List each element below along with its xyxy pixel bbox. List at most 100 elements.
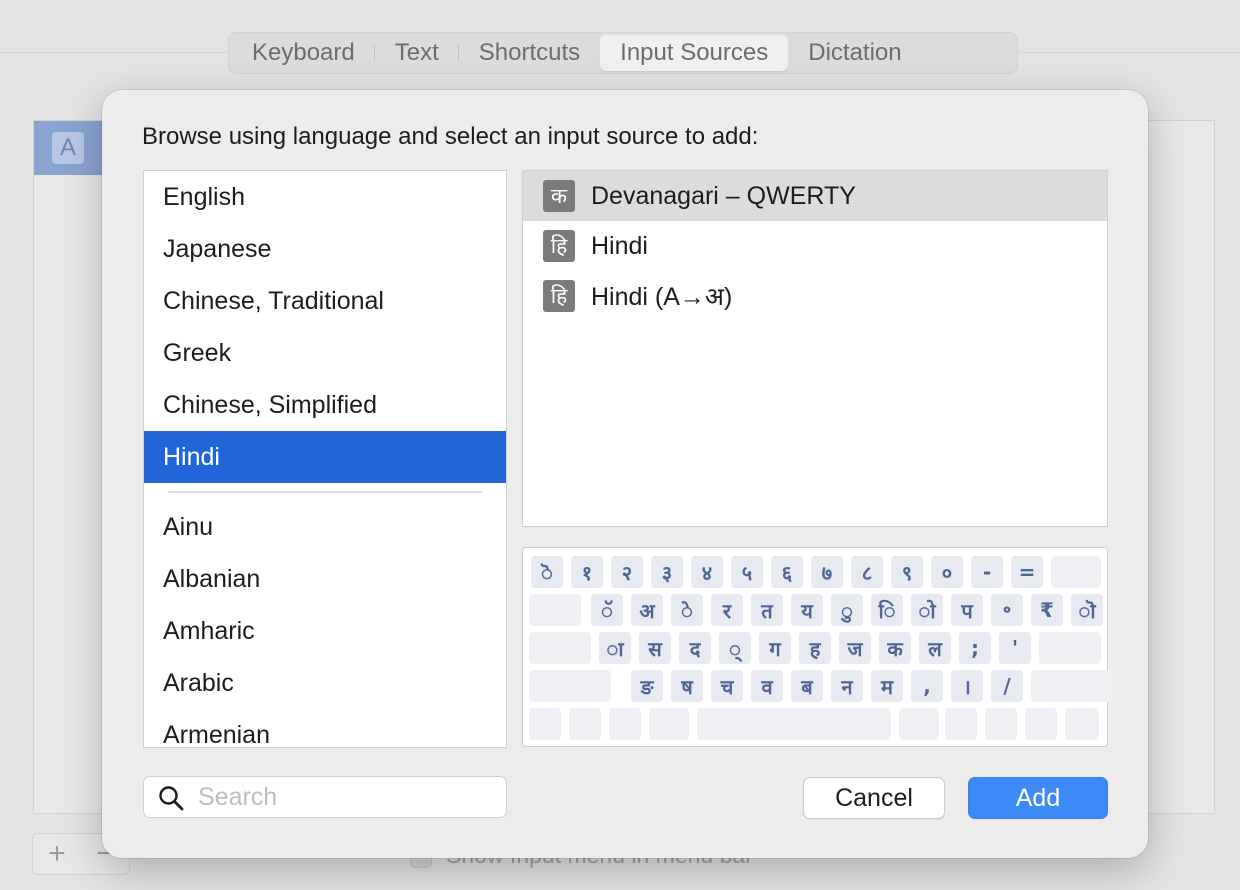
keyboard-key: १	[571, 556, 603, 588]
keyboard-key: ;	[959, 632, 991, 664]
search-field[interactable]	[143, 776, 507, 818]
keyboard-key: ०	[931, 556, 963, 588]
keyboard-key: स	[639, 632, 671, 664]
keyboard-key: ४	[691, 556, 723, 588]
keyboard-key: ष	[671, 670, 703, 702]
search-input[interactable]	[198, 781, 488, 813]
keyboard-key: म	[871, 670, 903, 702]
keyboard-key: ७	[811, 556, 843, 588]
keyboard-layout-preview: ॆ १ २ ३ ४ ५ ६ ७ ८ ९ ०- =ॅ अे र त युिो प ॰ ₹ॊा स द् ग ह ज क ल; ' ङ ष च…	[522, 547, 1113, 747]
keyboard-blank-key	[529, 708, 561, 740]
keyboard-blank-key	[1065, 708, 1099, 740]
keyboard-key: ङ	[631, 670, 663, 702]
tab-shortcuts[interactable]: Shortcuts	[459, 35, 600, 71]
keyboard-key: '	[999, 632, 1031, 664]
keyboard-key: ा	[599, 632, 631, 664]
keyboard-key: य	[791, 594, 823, 626]
keyboard-key: क	[879, 632, 911, 664]
language-item-ainu[interactable]: Ainu	[144, 501, 506, 553]
keyboard-key: ५	[731, 556, 763, 588]
devanagari-hi-icon: हि	[543, 280, 575, 312]
language-item-japanese[interactable]: Japanese	[144, 223, 506, 275]
input-source-devanagari-qwerty[interactable]: क Devanagari – QWERTY	[523, 171, 1107, 221]
language-item-hindi[interactable]: Hindi	[144, 431, 506, 483]
keyboard-blank-key	[1025, 708, 1057, 740]
keyboard-blank-key	[1031, 670, 1113, 702]
tab-input-sources[interactable]: Input Sources	[600, 35, 789, 71]
keyboard-key: ,	[911, 670, 943, 702]
keyboard-key: न	[831, 670, 863, 702]
keyboard-blank-key	[1051, 556, 1101, 588]
input-source-hindi[interactable]: हि Hindi	[523, 221, 1107, 271]
language-item-greek[interactable]: Greek	[144, 327, 506, 379]
language-item-english[interactable]: English	[144, 171, 506, 223]
tab-keyboard[interactable]: Keyboard	[232, 35, 375, 71]
keyboard-blank-key	[1039, 632, 1101, 664]
keyboard-key: ६	[771, 556, 803, 588]
keyboard-key: /	[991, 670, 1023, 702]
keyboard-blank-key	[609, 708, 641, 740]
keyboard-key: र	[711, 594, 743, 626]
keyboard-key: े	[671, 594, 703, 626]
keyboard-key: च	[711, 670, 743, 702]
add-source-button[interactable]: +	[33, 834, 81, 874]
keyboard-key: ्	[719, 632, 751, 664]
keyboard-key: द	[679, 632, 711, 664]
cancel-button[interactable]: Cancel	[803, 777, 945, 819]
keyboard-key: ३	[651, 556, 683, 588]
keyboard-key: ॅ	[591, 594, 623, 626]
keyboard-blank-key	[649, 708, 689, 740]
keyboard-blank-key	[985, 708, 1017, 740]
keyboard-key: २	[611, 556, 643, 588]
keyboard-blank-key	[945, 708, 977, 740]
language-item-amharic[interactable]: Amharic	[144, 605, 506, 657]
input-source-label: Hindi	[591, 231, 648, 260]
language-list[interactable]: English Japanese Chinese, Traditional Gr…	[143, 170, 507, 748]
language-item-chinese-traditional[interactable]: Chinese, Traditional	[144, 275, 506, 327]
devanagari-ka-icon: क	[543, 180, 575, 212]
keyboard-key: ब	[791, 670, 823, 702]
input-source-list[interactable]: क Devanagari – QWERTY हि Hindi हि Hindi …	[522, 170, 1108, 527]
keyboard-key: ो	[911, 594, 943, 626]
abc-source-icon: A	[52, 132, 84, 164]
sheet-prompt: Browse using language and select an inpu…	[142, 123, 759, 150]
keyboard-key: ि	[871, 594, 903, 626]
keyboard-key: ॰	[991, 594, 1023, 626]
input-source-label: Hindi (A→अ)	[591, 283, 733, 311]
keyboard-key: ₹	[1031, 594, 1063, 626]
keyboard-key: ९	[891, 556, 923, 588]
keyboard-blank-key	[569, 708, 601, 740]
keyboard-key: ।	[951, 670, 983, 702]
language-item-armenian[interactable]: Armenian	[144, 709, 506, 747]
keyboard-key: ह	[799, 632, 831, 664]
devanagari-hi-icon: हि	[543, 230, 575, 262]
input-source-label: Devanagari – QWERTY	[591, 181, 856, 210]
keyboard-key: व	[751, 670, 783, 702]
add-button[interactable]: Add	[968, 777, 1108, 819]
keyboard-key: ॊ	[1071, 594, 1103, 626]
input-source-hindi-transliteration[interactable]: हि Hindi (A→अ)	[523, 271, 1107, 321]
keyboard-key: -	[971, 556, 1003, 588]
keyboard-key: ल	[919, 632, 951, 664]
language-item-albanian[interactable]: Albanian	[144, 553, 506, 605]
language-item-arabic[interactable]: Arabic	[144, 657, 506, 709]
keyboard-key: अ	[631, 594, 663, 626]
keyboard-key: त	[751, 594, 783, 626]
keyboard-key: प	[951, 594, 983, 626]
keyboard-blank-key	[697, 708, 891, 740]
settings-tab-bar: Keyboard Text Shortcuts Input Sources Di…	[228, 32, 1018, 74]
keyboard-blank-key	[899, 708, 939, 740]
tab-dictation[interactable]: Dictation	[788, 35, 921, 71]
keyboard-key: ग	[759, 632, 791, 664]
add-input-source-sheet: Browse using language and select an inpu…	[102, 90, 1148, 858]
keyboard-key: =	[1011, 556, 1043, 588]
search-icon	[158, 785, 184, 811]
keyboard-key: ॆ	[531, 556, 563, 588]
tab-text[interactable]: Text	[375, 35, 459, 71]
language-item-chinese-simplified[interactable]: Chinese, Simplified	[144, 379, 506, 431]
keyboard-key: ज	[839, 632, 871, 664]
keyboard-key: ८	[851, 556, 883, 588]
keyboard-blank-key	[529, 594, 581, 626]
keyboard-key: ु	[831, 594, 863, 626]
language-list-divider	[168, 491, 482, 493]
